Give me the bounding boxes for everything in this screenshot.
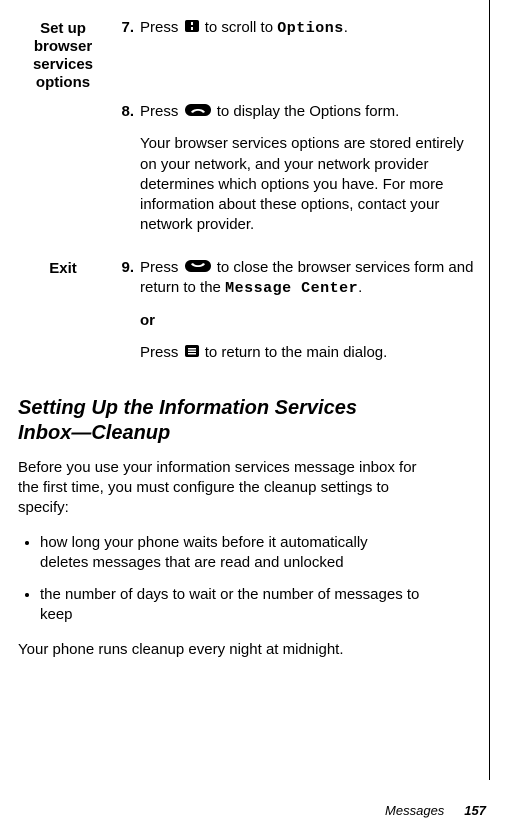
step-number: 7. xyxy=(108,18,140,38)
section-body: Before you use your information services… xyxy=(18,458,486,660)
step-number: 8. xyxy=(108,102,140,122)
list-item: how long your phone waits before it auto… xyxy=(40,533,420,574)
step-number: 9. xyxy=(108,258,140,278)
list-item: the number of days to wait or the number… xyxy=(40,585,420,626)
call-key-icon xyxy=(185,102,211,122)
side-label-exit: Exit xyxy=(18,258,108,278)
side-label-setup: Set up browser services options xyxy=(18,18,108,92)
page-footer: Messages157 xyxy=(385,802,486,820)
page-divider xyxy=(489,0,490,780)
scroll-key-icon xyxy=(185,18,199,38)
step-body: Press to display the Options form. Your … xyxy=(140,102,486,248)
section-heading: Setting Up the Information Services Inbo… xyxy=(18,396,486,446)
step-body: Press to close the browser services form… xyxy=(140,258,486,376)
menu-key-icon xyxy=(185,343,199,363)
end-key-icon xyxy=(185,258,211,278)
step-body: Press to scroll to Options. xyxy=(140,18,486,51)
